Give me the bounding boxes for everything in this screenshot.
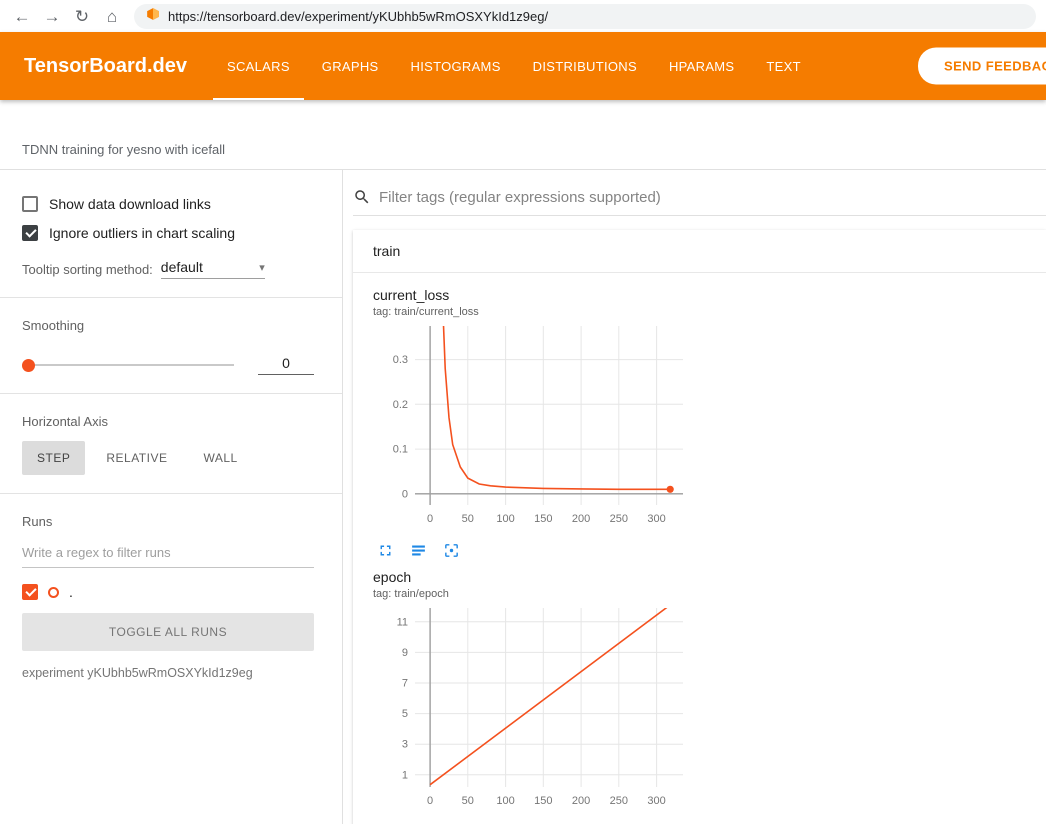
tensorboard-favicon-icon: [146, 7, 160, 26]
checkbox-icon: [22, 196, 38, 212]
svg-text:300: 300: [647, 513, 665, 525]
scalar-chart: epoch tag: train/epoch 1 3 5 7 9 11 0 50 100 150 2…: [363, 569, 704, 824]
svg-text:0.2: 0.2: [393, 399, 408, 411]
wall-button[interactable]: WALL: [188, 441, 252, 475]
svg-text:5: 5: [402, 708, 408, 720]
svg-text:250: 250: [610, 513, 628, 525]
search-icon: [353, 188, 371, 206]
back-icon[interactable]: ←: [10, 8, 34, 25]
tooltip-sorting-label: Tooltip sorting method:: [22, 262, 153, 277]
section-title[interactable]: train: [353, 230, 1046, 273]
dropdown-value: default: [161, 259, 203, 275]
smoothing-slider-row: 0: [22, 355, 314, 375]
run-checkbox[interactable]: [22, 584, 38, 600]
svg-text:300: 300: [647, 795, 665, 807]
checkbox-label: Ignore outliers in chart scaling: [49, 225, 235, 241]
svg-text:0: 0: [402, 488, 408, 500]
chart-plot[interactable]: 0 0.1 0.2 0.3 0 50 100 150 200 250 300: [363, 320, 704, 540]
train-card: train current_loss tag: train/current_lo…: [353, 230, 1046, 824]
divider: [0, 493, 342, 494]
tab-scalars[interactable]: SCALARS: [213, 32, 304, 100]
main-panel: Filter tags (regular expressions support…: [343, 170, 1046, 824]
svg-text:0: 0: [427, 795, 433, 807]
svg-text:0: 0: [427, 513, 433, 525]
chart-title: epoch: [363, 569, 704, 585]
tooltip-sorting-row: Tooltip sorting method: default ▾: [22, 259, 314, 279]
experiment-title-bar: TDNN training for yesno with icefall: [0, 100, 1046, 170]
ignore-outliers-checkbox[interactable]: Ignore outliers in chart scaling: [22, 225, 314, 241]
reload-icon[interactable]: ↻: [70, 8, 94, 25]
home-icon[interactable]: ⌂: [100, 8, 124, 25]
svg-text:200: 200: [572, 795, 590, 807]
svg-text:200: 200: [572, 513, 590, 525]
chart-toolbar: [363, 542, 704, 559]
run-row[interactable]: .: [22, 584, 314, 600]
runs-filter-input[interactable]: Write a regex to filter runs: [22, 545, 314, 568]
runs-table-icon[interactable]: [410, 542, 427, 559]
svg-text:250: 250: [610, 795, 628, 807]
tag-filter[interactable]: Filter tags (regular expressions support…: [353, 170, 1046, 216]
nav-tabs: SCALARS GRAPHS HISTOGRAMS DISTRIBUTIONS …: [213, 32, 819, 100]
horizontal-axis-buttons: STEP RELATIVE WALL: [22, 441, 314, 475]
smoothing-label: Smoothing: [22, 318, 314, 333]
tab-text[interactable]: TEXT: [752, 32, 814, 100]
svg-text:0.1: 0.1: [393, 444, 408, 456]
tab-histograms[interactable]: HISTOGRAMS: [397, 32, 515, 100]
fit-domain-icon[interactable]: [443, 542, 460, 559]
svg-text:1: 1: [402, 769, 408, 781]
chart-title: current_loss: [363, 287, 704, 303]
relative-button[interactable]: RELATIVE: [91, 441, 182, 475]
scalar-chart: current_loss tag: train/current_loss 0 0.…: [363, 287, 704, 559]
slider-thumb[interactable]: [22, 359, 35, 372]
settings-sidebar: Show data download links Ignore outliers…: [0, 170, 343, 824]
show-download-links-checkbox[interactable]: Show data download links: [22, 196, 314, 212]
svg-text:100: 100: [496, 795, 514, 807]
forward-icon[interactable]: →: [40, 8, 64, 25]
svg-text:150: 150: [534, 513, 552, 525]
tab-graphs[interactable]: GRAPHS: [308, 32, 393, 100]
toggle-all-runs-button[interactable]: TOGGLE ALL RUNS: [22, 613, 314, 651]
runs-filter-placeholder: Write a regex to filter runs: [22, 545, 171, 560]
step-button[interactable]: STEP: [22, 441, 85, 475]
chart-plot[interactable]: 1 3 5 7 9 11 0 50 100 150 200 250 300: [363, 602, 704, 822]
send-feedback-button[interactable]: SEND FEEDBACK: [918, 48, 1046, 85]
tab-distributions[interactable]: DISTRIBUTIONS: [519, 32, 651, 100]
svg-text:150: 150: [534, 795, 552, 807]
svg-text:9: 9: [402, 647, 408, 659]
smoothing-value-input[interactable]: 0: [258, 355, 314, 375]
url-text: https://tensorboard.dev/experiment/yKUbh…: [168, 9, 548, 24]
run-name: .: [69, 584, 73, 600]
browser-toolbar: ← → ↻ ⌂ https://tensorboard.dev/experime…: [0, 0, 1046, 32]
divider: [0, 297, 342, 298]
tooltip-sorting-dropdown[interactable]: default ▾: [161, 259, 265, 279]
chevron-down-icon: ▾: [259, 261, 265, 274]
tag-filter-placeholder: Filter tags (regular expressions support…: [379, 189, 661, 206]
smoothing-slider[interactable]: [22, 364, 234, 366]
run-color-circle: [48, 587, 59, 598]
app-header: TensorBoard.dev SCALARS GRAPHS HISTOGRAM…: [0, 32, 1046, 100]
tab-hparams[interactable]: HPARAMS: [655, 32, 748, 100]
chart-tag: tag: train/epoch: [363, 588, 704, 600]
checkbox-icon: [22, 225, 38, 241]
svg-text:100: 100: [496, 513, 514, 525]
svg-text:0.3: 0.3: [393, 354, 408, 366]
horizontal-axis-label: Horizontal Axis: [22, 414, 314, 429]
address-bar[interactable]: https://tensorboard.dev/experiment/yKUbh…: [134, 4, 1036, 29]
svg-text:50: 50: [462, 513, 474, 525]
experiment-id-caption: experiment yKUbhb5wRmOSXYkId1z9eg: [22, 666, 314, 680]
svg-text:50: 50: [462, 795, 474, 807]
brand-title[interactable]: TensorBoard.dev: [0, 55, 213, 78]
checkbox-label: Show data download links: [49, 196, 211, 212]
charts-grid: current_loss tag: train/current_loss 0 0.…: [353, 273, 1046, 824]
runs-label: Runs: [22, 514, 314, 529]
svg-text:11: 11: [397, 616, 408, 628]
svg-text:7: 7: [402, 678, 408, 690]
chart-tag: tag: train/current_loss: [363, 306, 704, 318]
expand-chart-icon[interactable]: [377, 542, 394, 559]
experiment-title: TDNN training for yesno with icefall: [22, 142, 225, 157]
svg-text:3: 3: [402, 739, 408, 751]
divider: [0, 393, 342, 394]
